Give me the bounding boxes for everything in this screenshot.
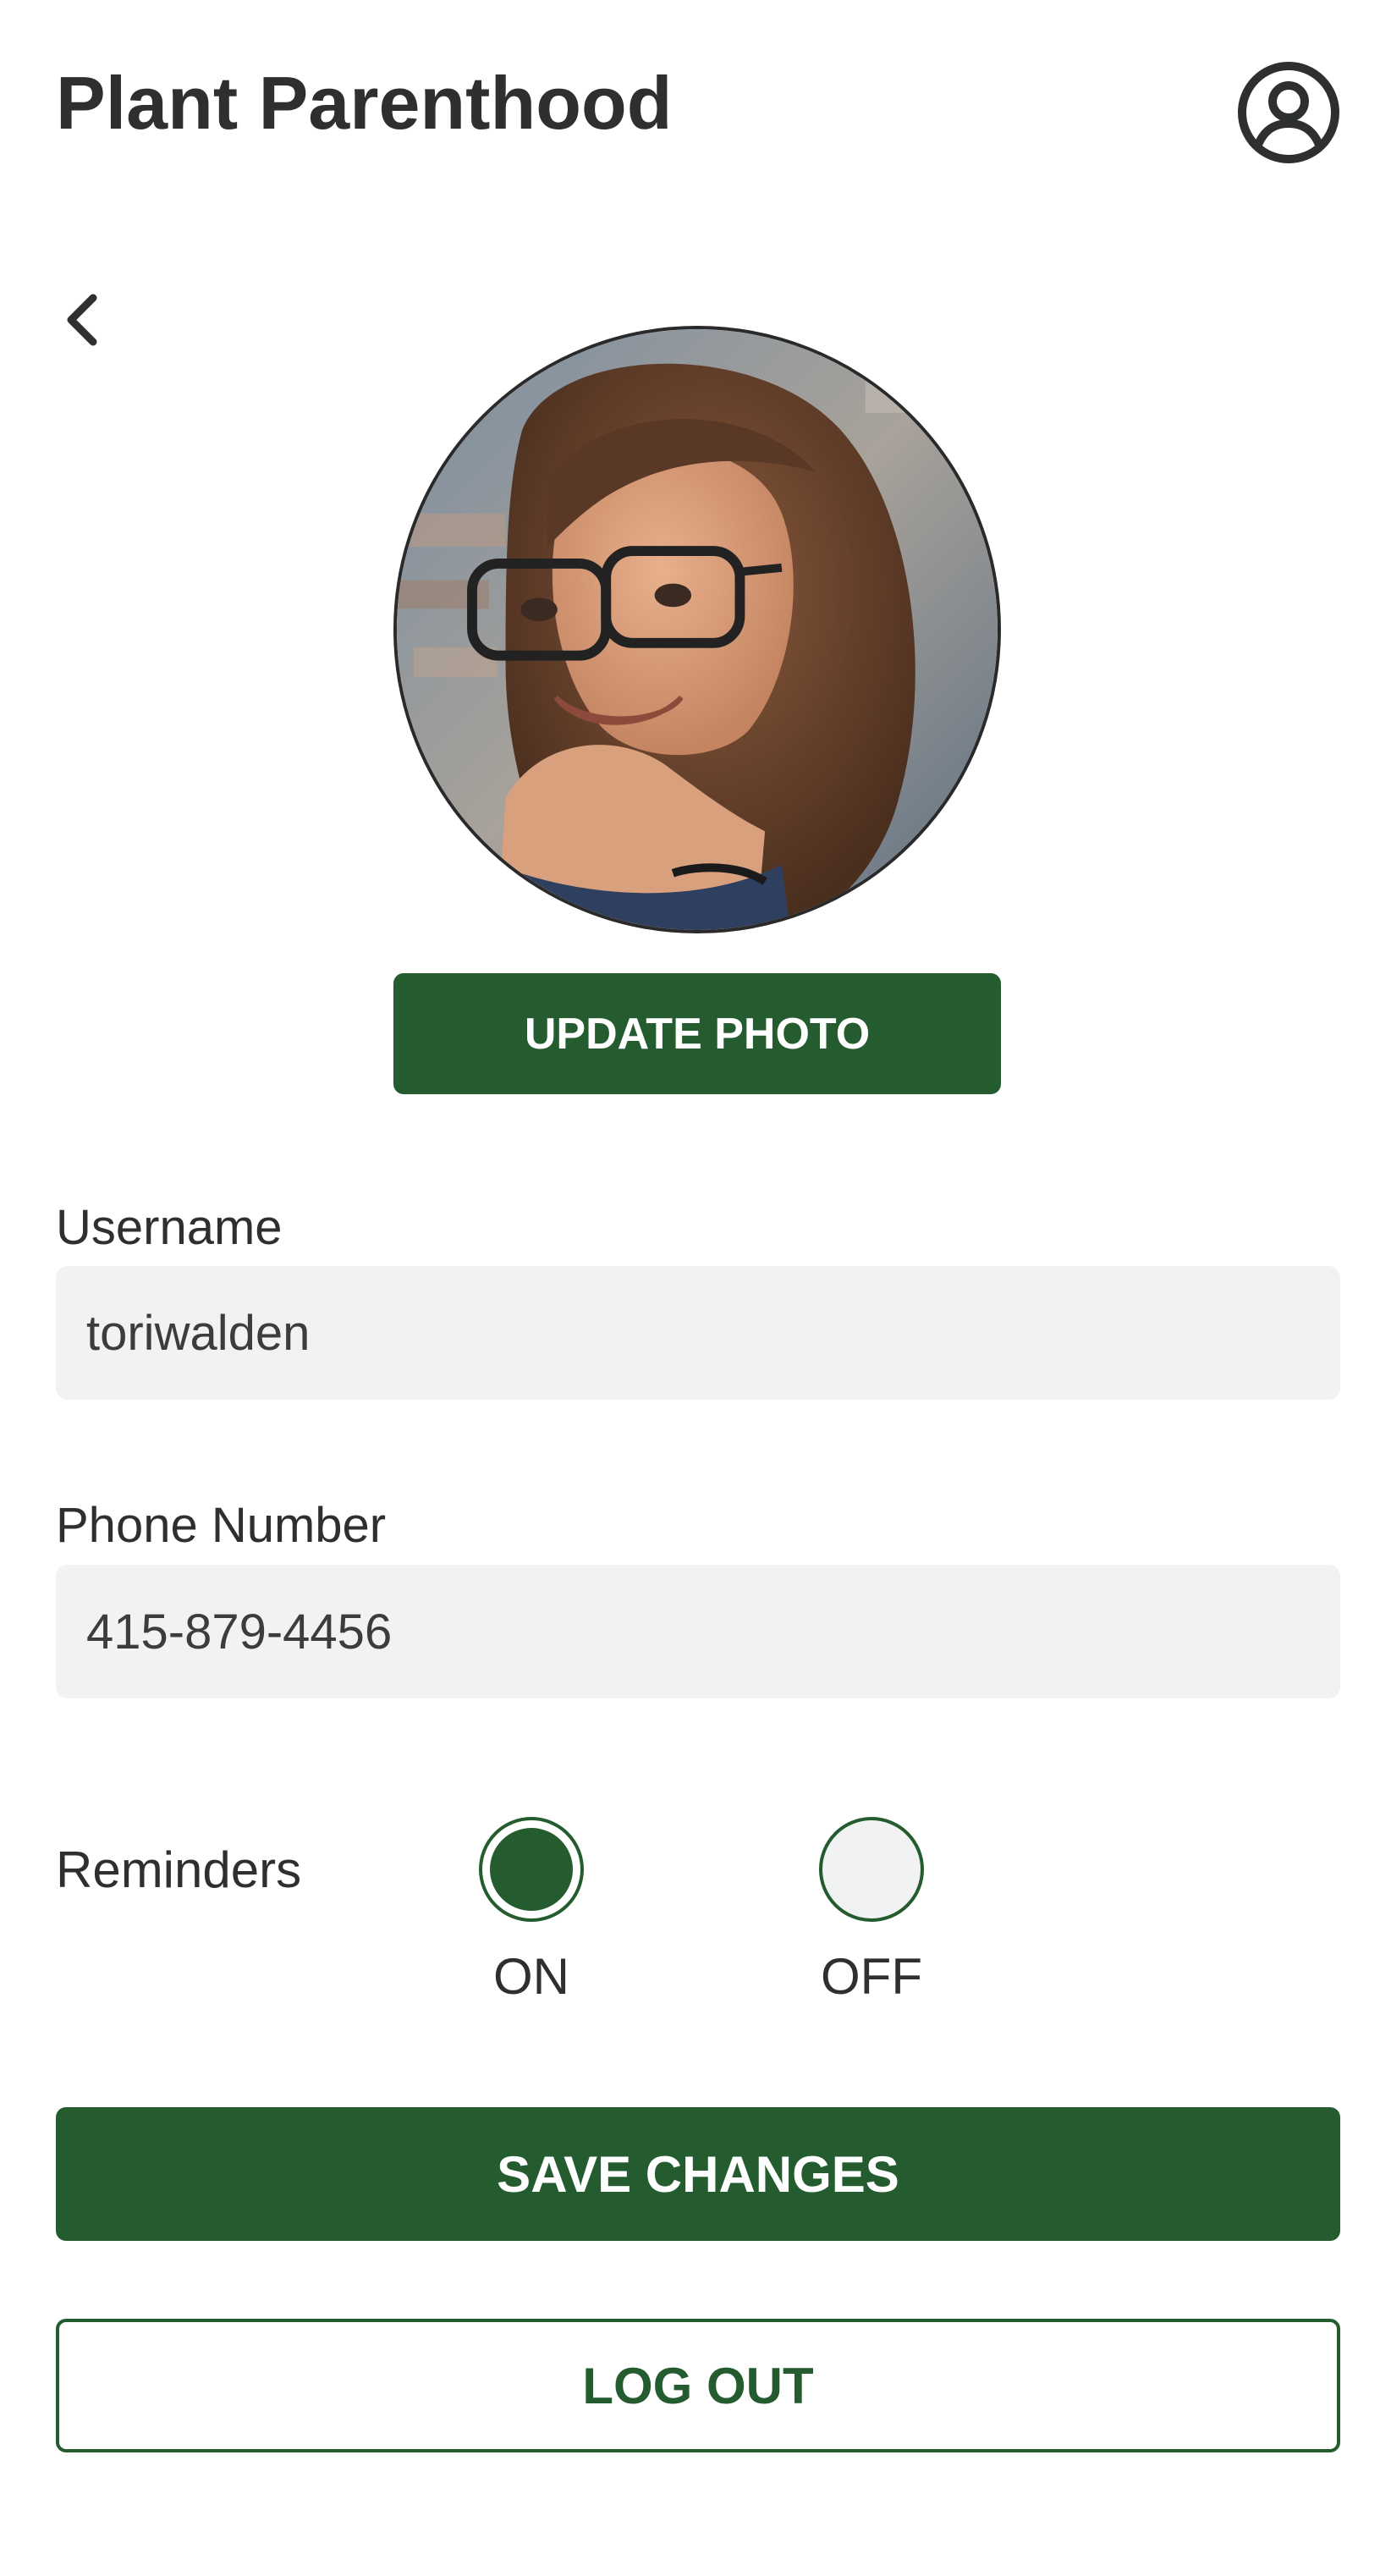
log-out-button[interactable]: LOG OUT	[56, 2319, 1340, 2452]
save-changes-button[interactable]: SAVE CHANGES	[56, 2107, 1340, 2241]
app-title: Plant Parenthood	[56, 61, 673, 145]
reminders-off-radio[interactable]	[819, 1817, 924, 1922]
back-button[interactable]	[56, 286, 115, 354]
phone-label: Phone Number	[56, 1498, 387, 1553]
reminders-label: Reminders	[56, 1841, 302, 1898]
username-label: Username	[56, 1200, 283, 1255]
reminders-on-radio[interactable]	[479, 1817, 584, 1922]
reminders-on-label: ON	[493, 1948, 569, 2005]
profile-photo-image	[397, 329, 998, 930]
phone-input[interactable]	[56, 1565, 1340, 1698]
update-photo-button[interactable]: UPDATE PHOTO	[393, 973, 1001, 1094]
chevron-left-icon	[67, 294, 97, 346]
reminders-off-label: OFF	[821, 1948, 922, 2005]
username-input[interactable]	[56, 1266, 1340, 1400]
user-circle-icon	[1238, 62, 1339, 163]
profile-button[interactable]	[1237, 61, 1340, 164]
profile-photo	[393, 326, 1001, 933]
